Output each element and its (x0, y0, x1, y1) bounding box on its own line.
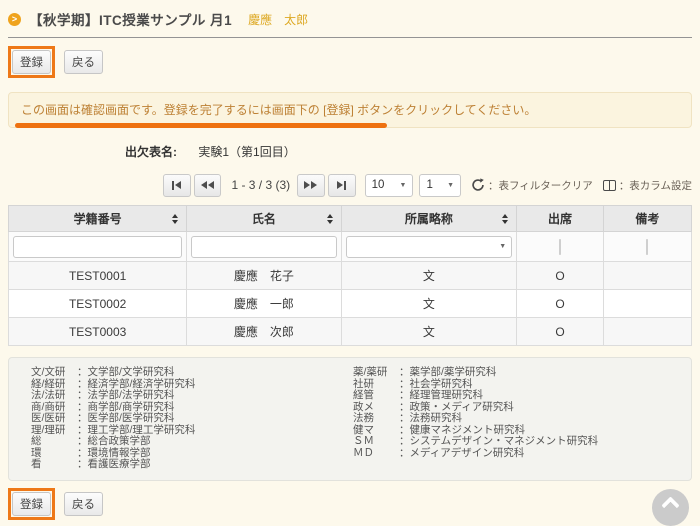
legend-item: 看：看護医療学部 (31, 459, 353, 471)
last-page-icon (337, 181, 343, 189)
column-settings-tool: ：表カラム設定 (603, 178, 692, 193)
attendance-cell: O (517, 318, 604, 346)
column-header-note: 備考 (603, 206, 691, 232)
note-filter-disabled (646, 239, 648, 255)
student-id-cell: TEST0001 (9, 262, 187, 290)
note-cell (603, 262, 691, 290)
affiliation-cell: 文 (341, 318, 517, 346)
chevron-down-icon: ▼ (499, 243, 506, 250)
attendance-cell: O (517, 290, 604, 318)
pagination-range-text: 1 - 3 / 3 (3) (231, 178, 290, 192)
refresh-icon[interactable] (471, 178, 485, 192)
page-size-value: 10 (372, 179, 385, 191)
scroll-to-top-button[interactable] (652, 489, 689, 526)
sort-icon (327, 214, 333, 224)
page-title: 【秋学期】ITC授業サンプル 月1 (29, 9, 232, 29)
note-cell (603, 318, 691, 346)
register-highlight-box-top: 登録 (8, 46, 55, 78)
column-header-name[interactable]: 氏名 (187, 206, 341, 232)
attendance-sheet-label: 出欠表名: (125, 145, 177, 159)
page-number-select[interactable]: 1 ▼ (419, 174, 461, 197)
next-page-button[interactable] (297, 174, 325, 197)
confirmation-notice: この画面は確認画面です。登録を完了するには画面下の [登録] ボタンをクリックし… (8, 92, 692, 128)
name-cell: 慶應 次郎 (187, 318, 341, 346)
table-header-row: 学籍番号 氏名 所属略称 出席 備考 (9, 206, 692, 232)
attendance-sheet-row: 出欠表名: 実験1（第1回目） (8, 143, 692, 160)
student-id-cell: TEST0002 (9, 290, 187, 318)
user-name-link[interactable]: 慶應 太郎 (248, 11, 308, 28)
sort-icon (502, 214, 508, 224)
note-cell (603, 290, 691, 318)
chevron-right-circle-icon: > (8, 13, 21, 26)
column-header-attendance: 出席 (517, 206, 604, 232)
name-filter-input[interactable] (191, 236, 336, 258)
confirmation-notice-text: この画面は確認画面です。登録を完了するには画面下の [登録] ボタンをクリックし… (21, 103, 536, 117)
column-settings-label: ：表カラム設定 (619, 178, 692, 193)
page-size-select[interactable]: 10 ▼ (365, 174, 414, 197)
name-cell: 慶應 一郎 (187, 290, 341, 318)
attendance-table: 学籍番号 氏名 所属略称 出席 備考 ▼ (8, 205, 692, 346)
orange-underline-annotation (15, 123, 387, 128)
chevron-down-icon: ▼ (400, 182, 407, 189)
legend-left-column: 文/文研：文学部/文学研究科 経/経研：経済学部/経済学研究科 法/法研：法学部… (31, 367, 353, 471)
column-header-affiliation[interactable]: 所属略称 (341, 206, 517, 232)
register-button-bottom[interactable]: 登録 (12, 492, 51, 516)
affiliation-cell: 文 (341, 262, 517, 290)
first-page-button[interactable] (163, 174, 191, 197)
student-id-cell: TEST0003 (9, 318, 187, 346)
page-number-value: 1 (426, 179, 432, 191)
table-filter-row: ▼ (9, 232, 692, 262)
attendance-cell: O (517, 262, 604, 290)
column-settings-icon[interactable] (603, 180, 616, 191)
student-id-filter-input[interactable] (13, 236, 182, 258)
affiliation-filter-select[interactable]: ▼ (346, 236, 513, 258)
chevron-down-icon: ▼ (447, 182, 454, 189)
sort-icon (172, 214, 178, 224)
top-button-row: 登録 戻る (8, 46, 692, 78)
name-cell: 慶應 花子 (187, 262, 341, 290)
header-divider (8, 37, 692, 38)
page-header: > 【秋学期】ITC授業サンプル 月1 慶應 太郎 (8, 0, 692, 29)
legend-right-column: 薬/薬研：薬学部/薬学研究科 社研：社会学研究科 経管：経理管理研究科 政メ：政… (353, 367, 691, 471)
back-button-top[interactable]: 戻る (64, 50, 103, 74)
previous-page-icon (201, 181, 207, 189)
bottom-button-row: 登録 戻る (8, 488, 692, 520)
next-page-icon (304, 181, 310, 189)
table-row: TEST0001 慶應 花子 文 O (9, 262, 692, 290)
attendance-sheet-value: 実験1（第1回目） (198, 145, 295, 159)
pagination-bar: 1 - 3 / 3 (3) 10 ▼ 1 ▼ ：表フィルタークリア ：表カラム設… (163, 173, 692, 197)
table-row: TEST0002 慶應 一郎 文 O (9, 290, 692, 318)
register-highlight-box-bottom: 登録 (8, 488, 55, 520)
first-page-icon (172, 181, 174, 190)
column-header-student-id[interactable]: 学籍番号 (9, 206, 187, 232)
filter-clear-tool: ：表フィルタークリア (471, 178, 593, 193)
affiliation-cell: 文 (341, 290, 517, 318)
filter-clear-label: ：表フィルタークリア (488, 178, 593, 193)
back-button-bottom[interactable]: 戻る (64, 492, 103, 516)
register-button-top[interactable]: 登録 (12, 50, 51, 74)
table-row: TEST0003 慶應 次郎 文 O (9, 318, 692, 346)
last-page-button[interactable] (328, 174, 356, 197)
attendance-filter-disabled (559, 239, 561, 255)
previous-page-button[interactable] (194, 174, 222, 197)
affiliation-legend: 文/文研：文学部/文学研究科 経/経研：経済学部/経済学研究科 法/法研：法学部… (8, 357, 692, 481)
legend-item: ＭＤ：メディアデザイン研究科 (353, 448, 691, 460)
